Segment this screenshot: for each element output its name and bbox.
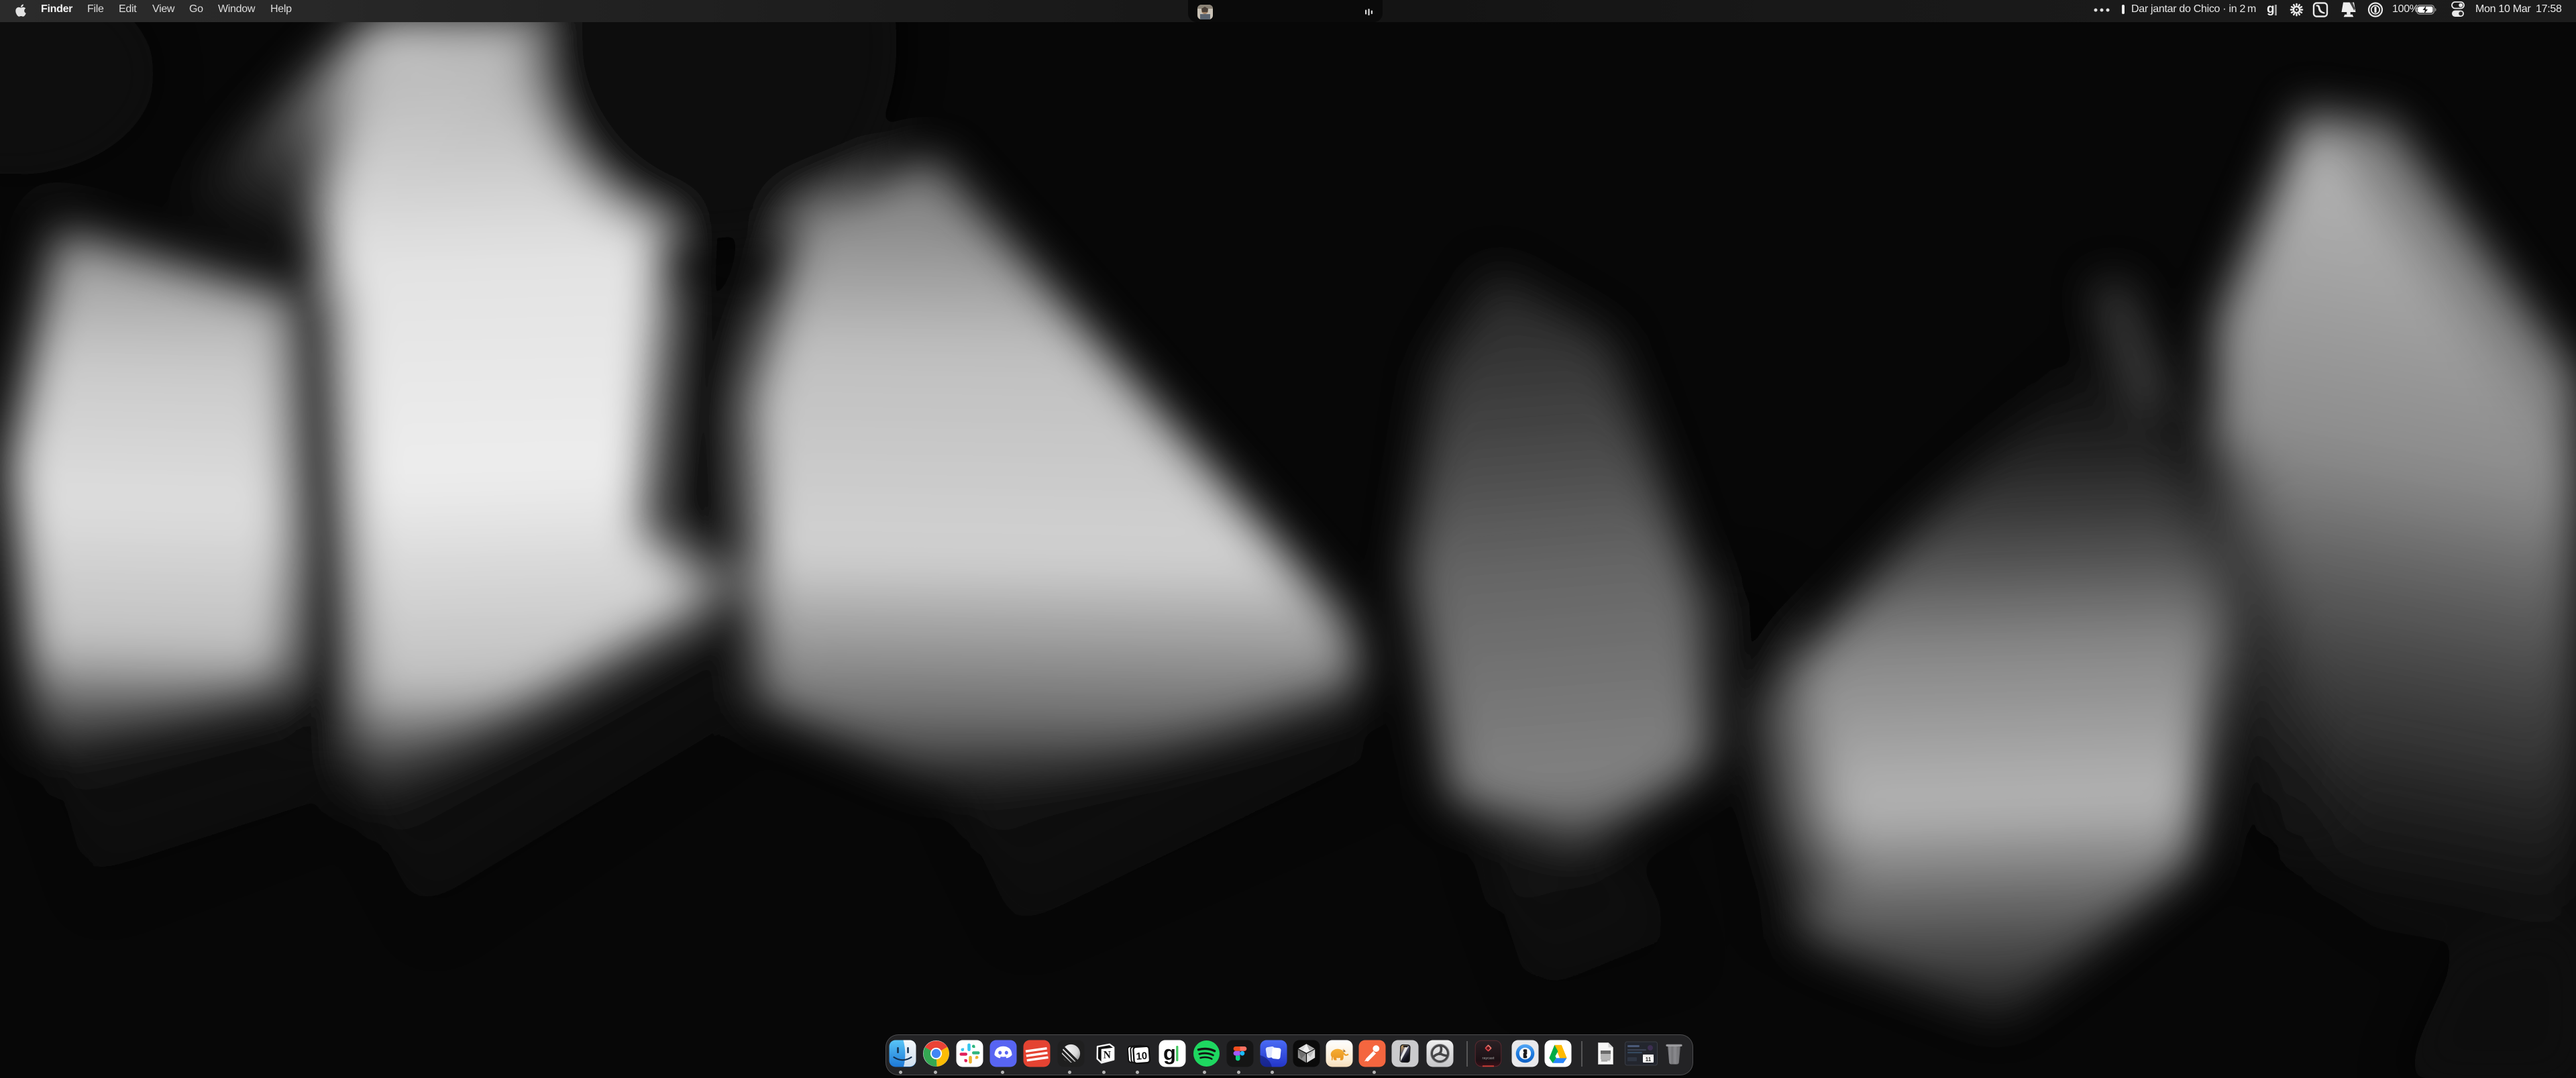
svg-text:10: 10 [1135, 1050, 1147, 1063]
svg-text:11: 11 [1645, 1057, 1651, 1063]
svg-text:raycast: raycast [1482, 1057, 1494, 1061]
svg-text:N: N [1103, 1050, 1110, 1061]
svg-text:g: g [1163, 1041, 1176, 1065]
